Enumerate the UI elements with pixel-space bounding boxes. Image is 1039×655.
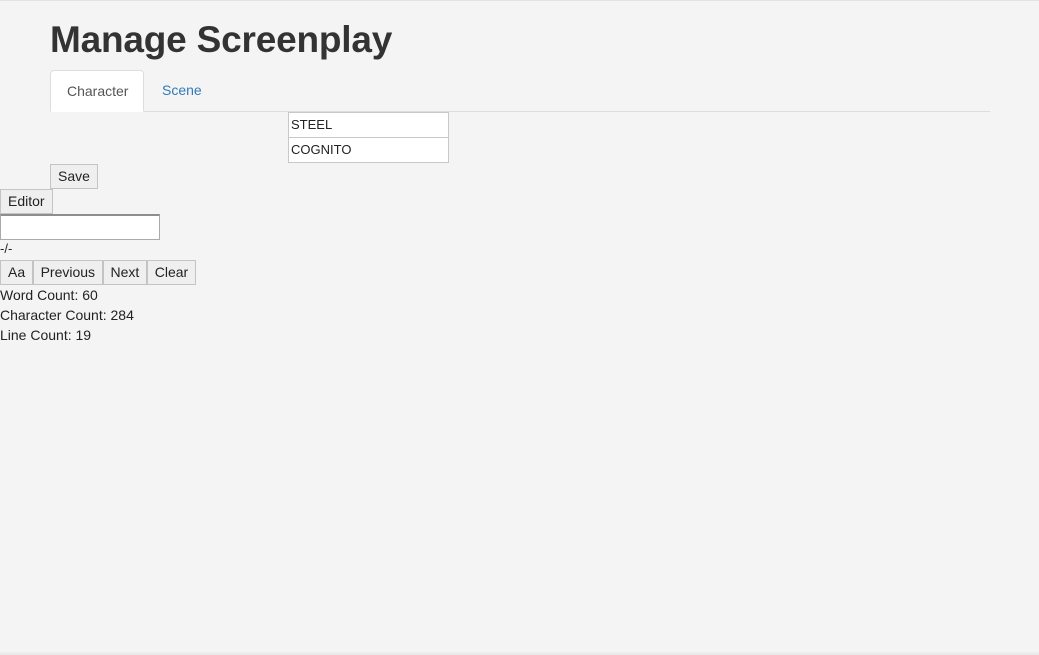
character-item-cognito[interactable]: COGNITO [288,138,449,163]
manage-screenplay-page: Manage Screenplay Character Scene STEEL … [0,0,1039,655]
tab-bar: Character Scene [50,70,990,112]
window-bottom-edge [0,651,1039,655]
match-case-button[interactable]: Aa [0,260,34,285]
word-count: Word Count: 60 [0,287,98,303]
tab-scene[interactable]: Scene [146,70,218,111]
tab-character[interactable]: Character [50,70,144,112]
next-button[interactable]: Next [102,260,148,285]
page-title: Manage Screenplay [50,19,393,60]
line-count: Line Count: 19 [0,327,92,343]
match-counter: -/- [0,241,13,256]
save-button[interactable]: Save [50,164,98,189]
character-count: Character Count: 284 [0,307,134,323]
character-item-steel[interactable]: STEEL [288,112,449,138]
search-controls: Aa Previous Next Clear [0,260,197,285]
editor-search-input[interactable] [0,214,160,240]
character-list: STEEL COGNITO [288,112,449,163]
previous-button[interactable]: Previous [32,260,104,285]
clear-button[interactable]: Clear [146,260,197,285]
editor-toggle-button[interactable]: Editor [0,189,53,214]
